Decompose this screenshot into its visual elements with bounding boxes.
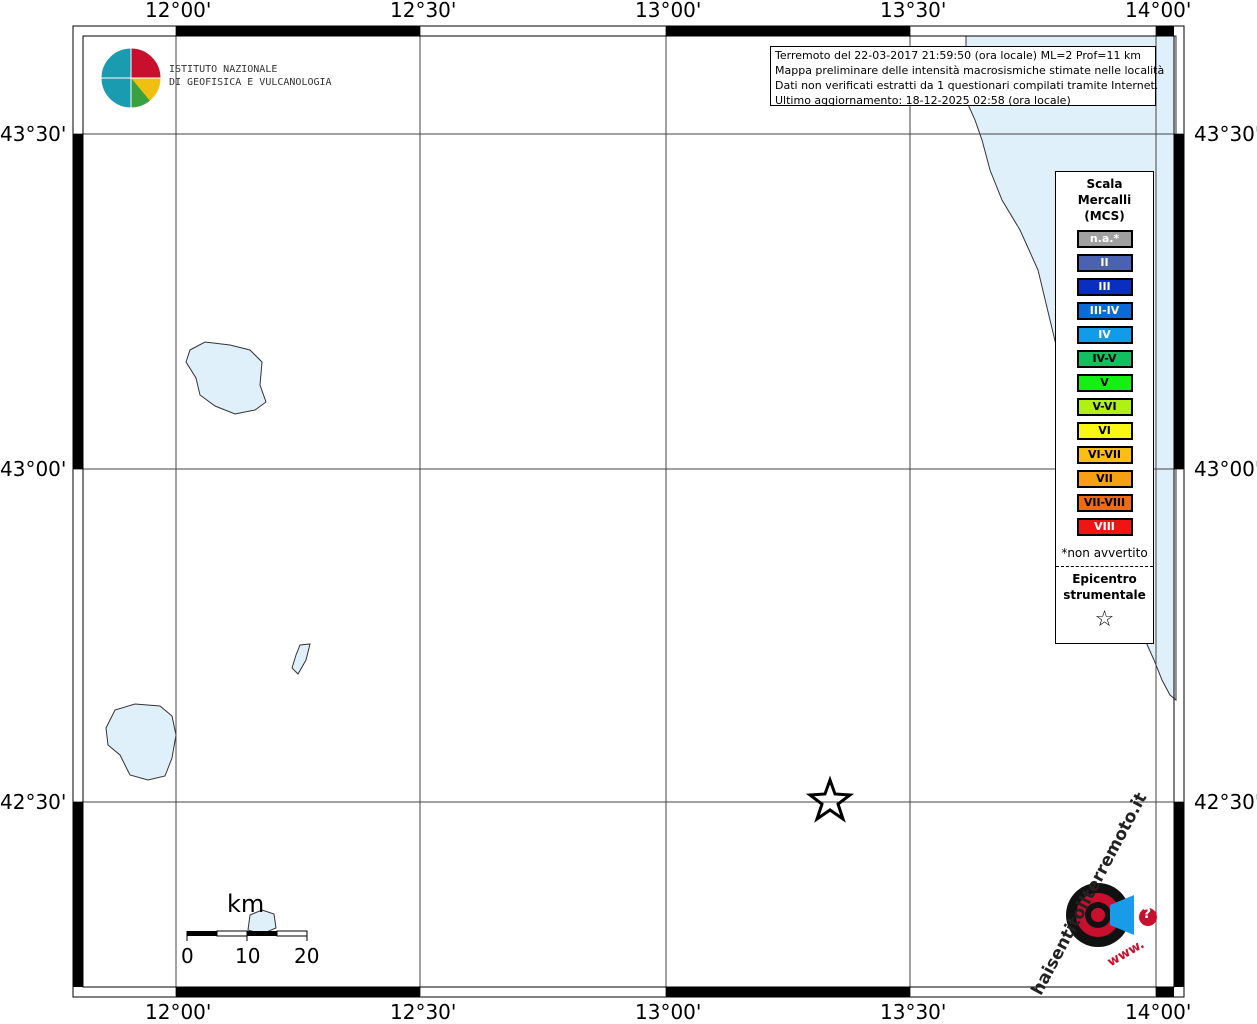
top-lon-label: 12°30' (390, 0, 457, 22)
info-line: Mappa preliminare delle intensità macros… (775, 64, 1165, 77)
legend-swatch: VI-VII (1076, 446, 1133, 464)
scale-tick-label: 0 (181, 944, 194, 968)
legend-title-line: (MCS) (1084, 209, 1125, 223)
bottom-lon-label: 12°00' (145, 1000, 212, 1024)
legend-swatch: III (1076, 278, 1133, 296)
earthquake-info-box: Terremoto del 22-03-2017 21:59:50 (ora l… (770, 46, 1165, 107)
legend-title: Scala Mercalli (MCS) (1056, 176, 1153, 224)
ingv-line1: ISTITUTO NAZIONALE (169, 64, 278, 75)
right-lat-label: 43°00' (1194, 457, 1257, 481)
legend-note: *non avvertito (1061, 546, 1148, 560)
legend-items: n.a.* II III III-IV IV IV-V V V-VI VI VI-VII VII VI… (1056, 230, 1153, 536)
top-lon-label: 13°00' (635, 0, 702, 22)
top-lon-label: 13°30' (880, 0, 947, 22)
left-lat-label: 43°00' (0, 457, 67, 481)
info-line: Ultimo aggiornamento: 18-12-2025 02:58 (… (775, 94, 1071, 107)
legend-swatch: VII-VIII (1076, 494, 1133, 512)
top-lon-label: 12°00' (145, 0, 212, 22)
left-lat-label: 43°30' (0, 122, 67, 146)
bottom-lon-label: 14°00' (1125, 1000, 1192, 1024)
ingv-logo-text: ISTITUTO NAZIONALE DI GEOFISICA E VULCAN… (169, 63, 332, 89)
legend-swatch: III-IV (1076, 302, 1133, 320)
legend-swatch: II (1076, 254, 1133, 272)
right-lat-label: 42°30' (1194, 790, 1257, 814)
legend-title-line: Mercalli (1077, 193, 1132, 207)
star-icon: ☆ (1094, 607, 1115, 632)
scale-tick-label: 10 (235, 944, 261, 968)
scale-unit: km (227, 890, 265, 918)
scale-tick-label: 20 (294, 944, 320, 968)
info-line: Terremoto del 22-03-2017 21:59:50 (ora l… (775, 49, 1142, 62)
legend-swatch: V-VI (1076, 398, 1133, 416)
legend-divider (1056, 566, 1153, 567)
legend-swatch: IV-V (1076, 350, 1133, 368)
bottom-lon-label: 13°30' (880, 1000, 947, 1024)
epicenter-label-line: Epicentro (1072, 572, 1137, 586)
bottom-lon-label: 13°00' (635, 1000, 702, 1024)
legend-swatch: V (1076, 374, 1133, 392)
right-lat-label: 43°30' (1194, 122, 1257, 146)
left-lat-label: 42°30' (0, 790, 67, 814)
top-lon-label: 14°00' (1125, 0, 1192, 22)
mcs-legend: Scala Mercalli (MCS) n.a.* II III III-IV IV I… (1055, 171, 1154, 644)
info-line: Dati non verificati estratti da 1 questi… (775, 79, 1159, 92)
legend-title-line: Scala (1086, 177, 1123, 191)
legend-swatch: IV (1076, 326, 1133, 344)
epicenter-label-line: strumentale (1063, 588, 1146, 602)
bottom-lon-label: 12°30' (390, 1000, 457, 1024)
brand-question: ? (1143, 906, 1152, 922)
legend-swatch: VII (1076, 470, 1133, 488)
epicenter-label: Epicentro strumentale (1056, 571, 1153, 603)
ingv-line2: DI GEOFISICA E VULCANOLOGIA (169, 77, 332, 88)
legend-swatch: VI (1076, 422, 1133, 440)
legend-swatch: VIII (1076, 518, 1133, 536)
ingv-globe-icon (100, 47, 162, 109)
legend-swatch: n.a.* (1076, 230, 1133, 248)
